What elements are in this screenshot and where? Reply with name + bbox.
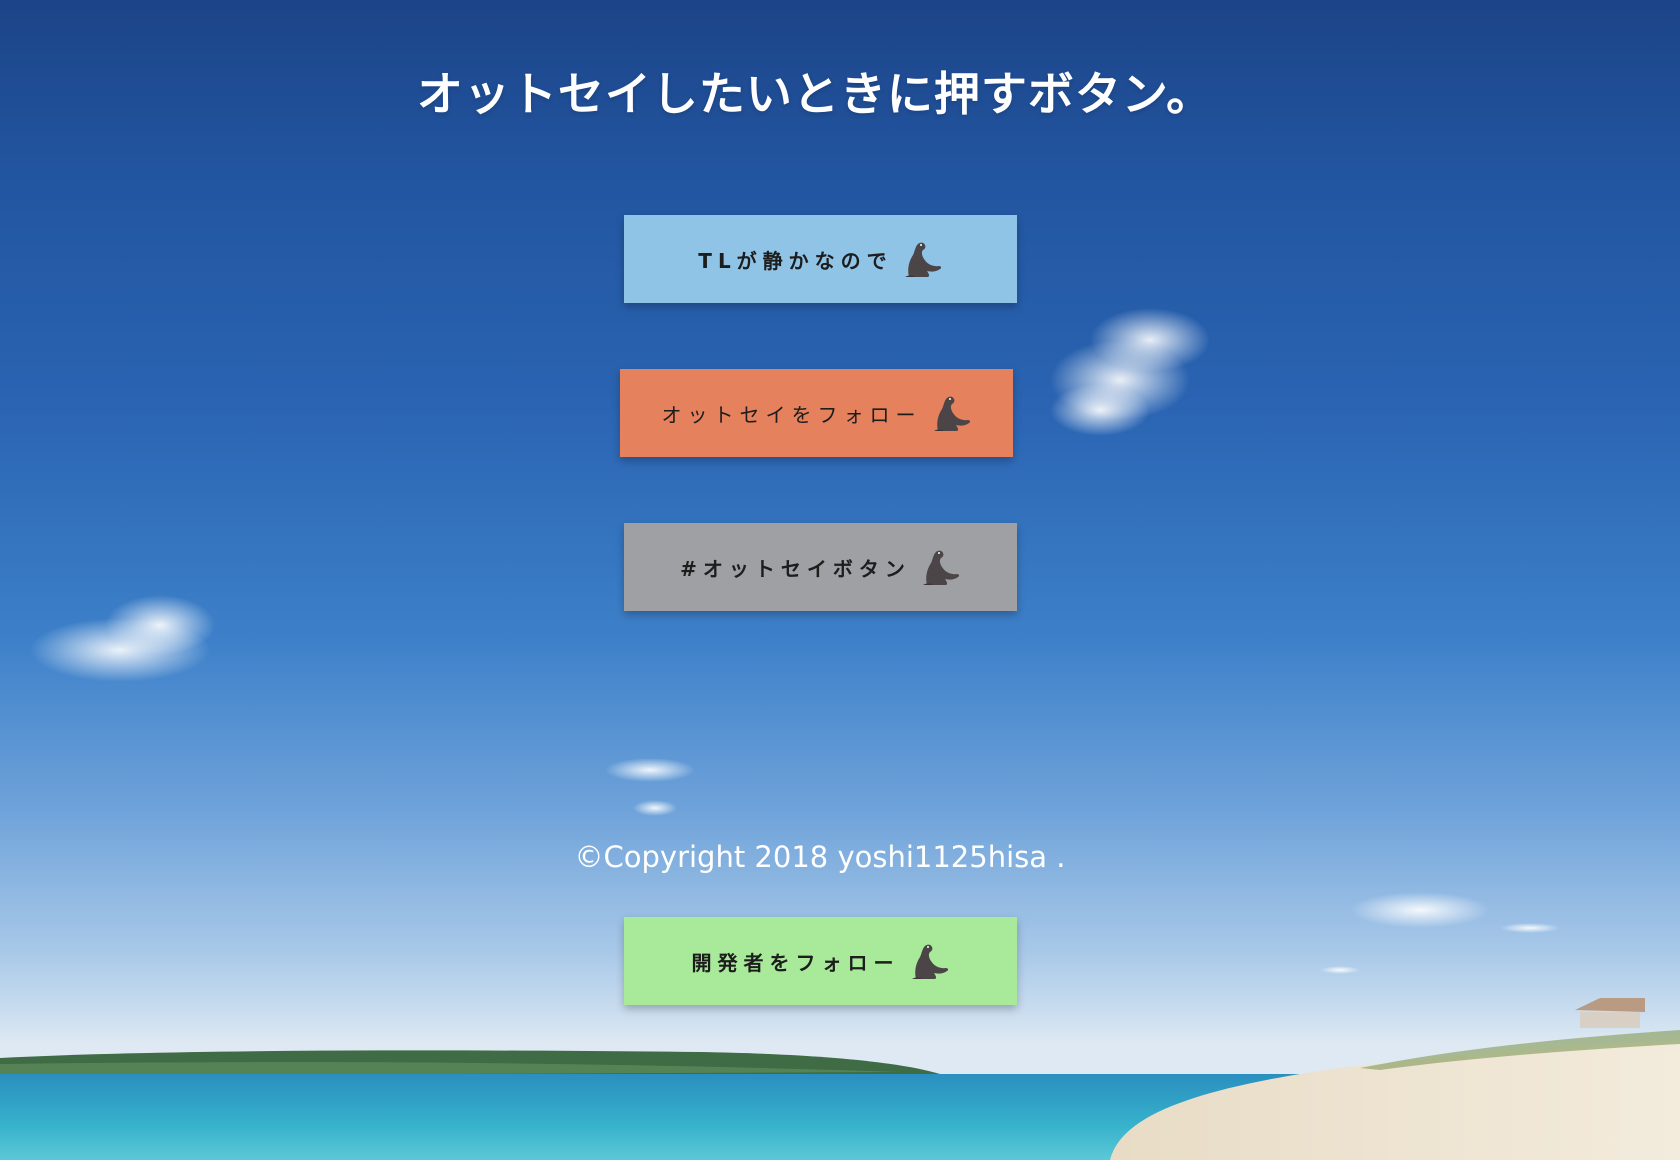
page-content: オットセイしたいときに押すボタン。 TLが静かなので オットセイをフォロー #オ…: [0, 0, 1680, 1160]
button-label: #オットセイボタン: [680, 556, 911, 581]
page-title: オットセイしたいときに押すボタン。: [416, 67, 1214, 121]
button-label: 開発者をフォロー: [691, 950, 900, 975]
copyright-text: ©Copyright 2018 yoshi1125hisa .: [574, 840, 1066, 874]
button-label: オットセイをフォロー: [661, 402, 922, 427]
follow-seal-button[interactable]: オットセイをフォロー: [620, 369, 1013, 457]
seal-icon: [933, 396, 970, 431]
seal-icon: [922, 550, 959, 585]
seal-icon: [911, 944, 948, 979]
tl-quiet-button[interactable]: TLが静かなので: [624, 215, 1017, 303]
seal-icon: [904, 242, 941, 277]
button-label: TLが静かなので: [698, 248, 893, 273]
follow-developer-button[interactable]: 開発者をフォロー: [624, 917, 1017, 1005]
hashtag-seal-button[interactable]: #オットセイボタン: [624, 523, 1017, 611]
